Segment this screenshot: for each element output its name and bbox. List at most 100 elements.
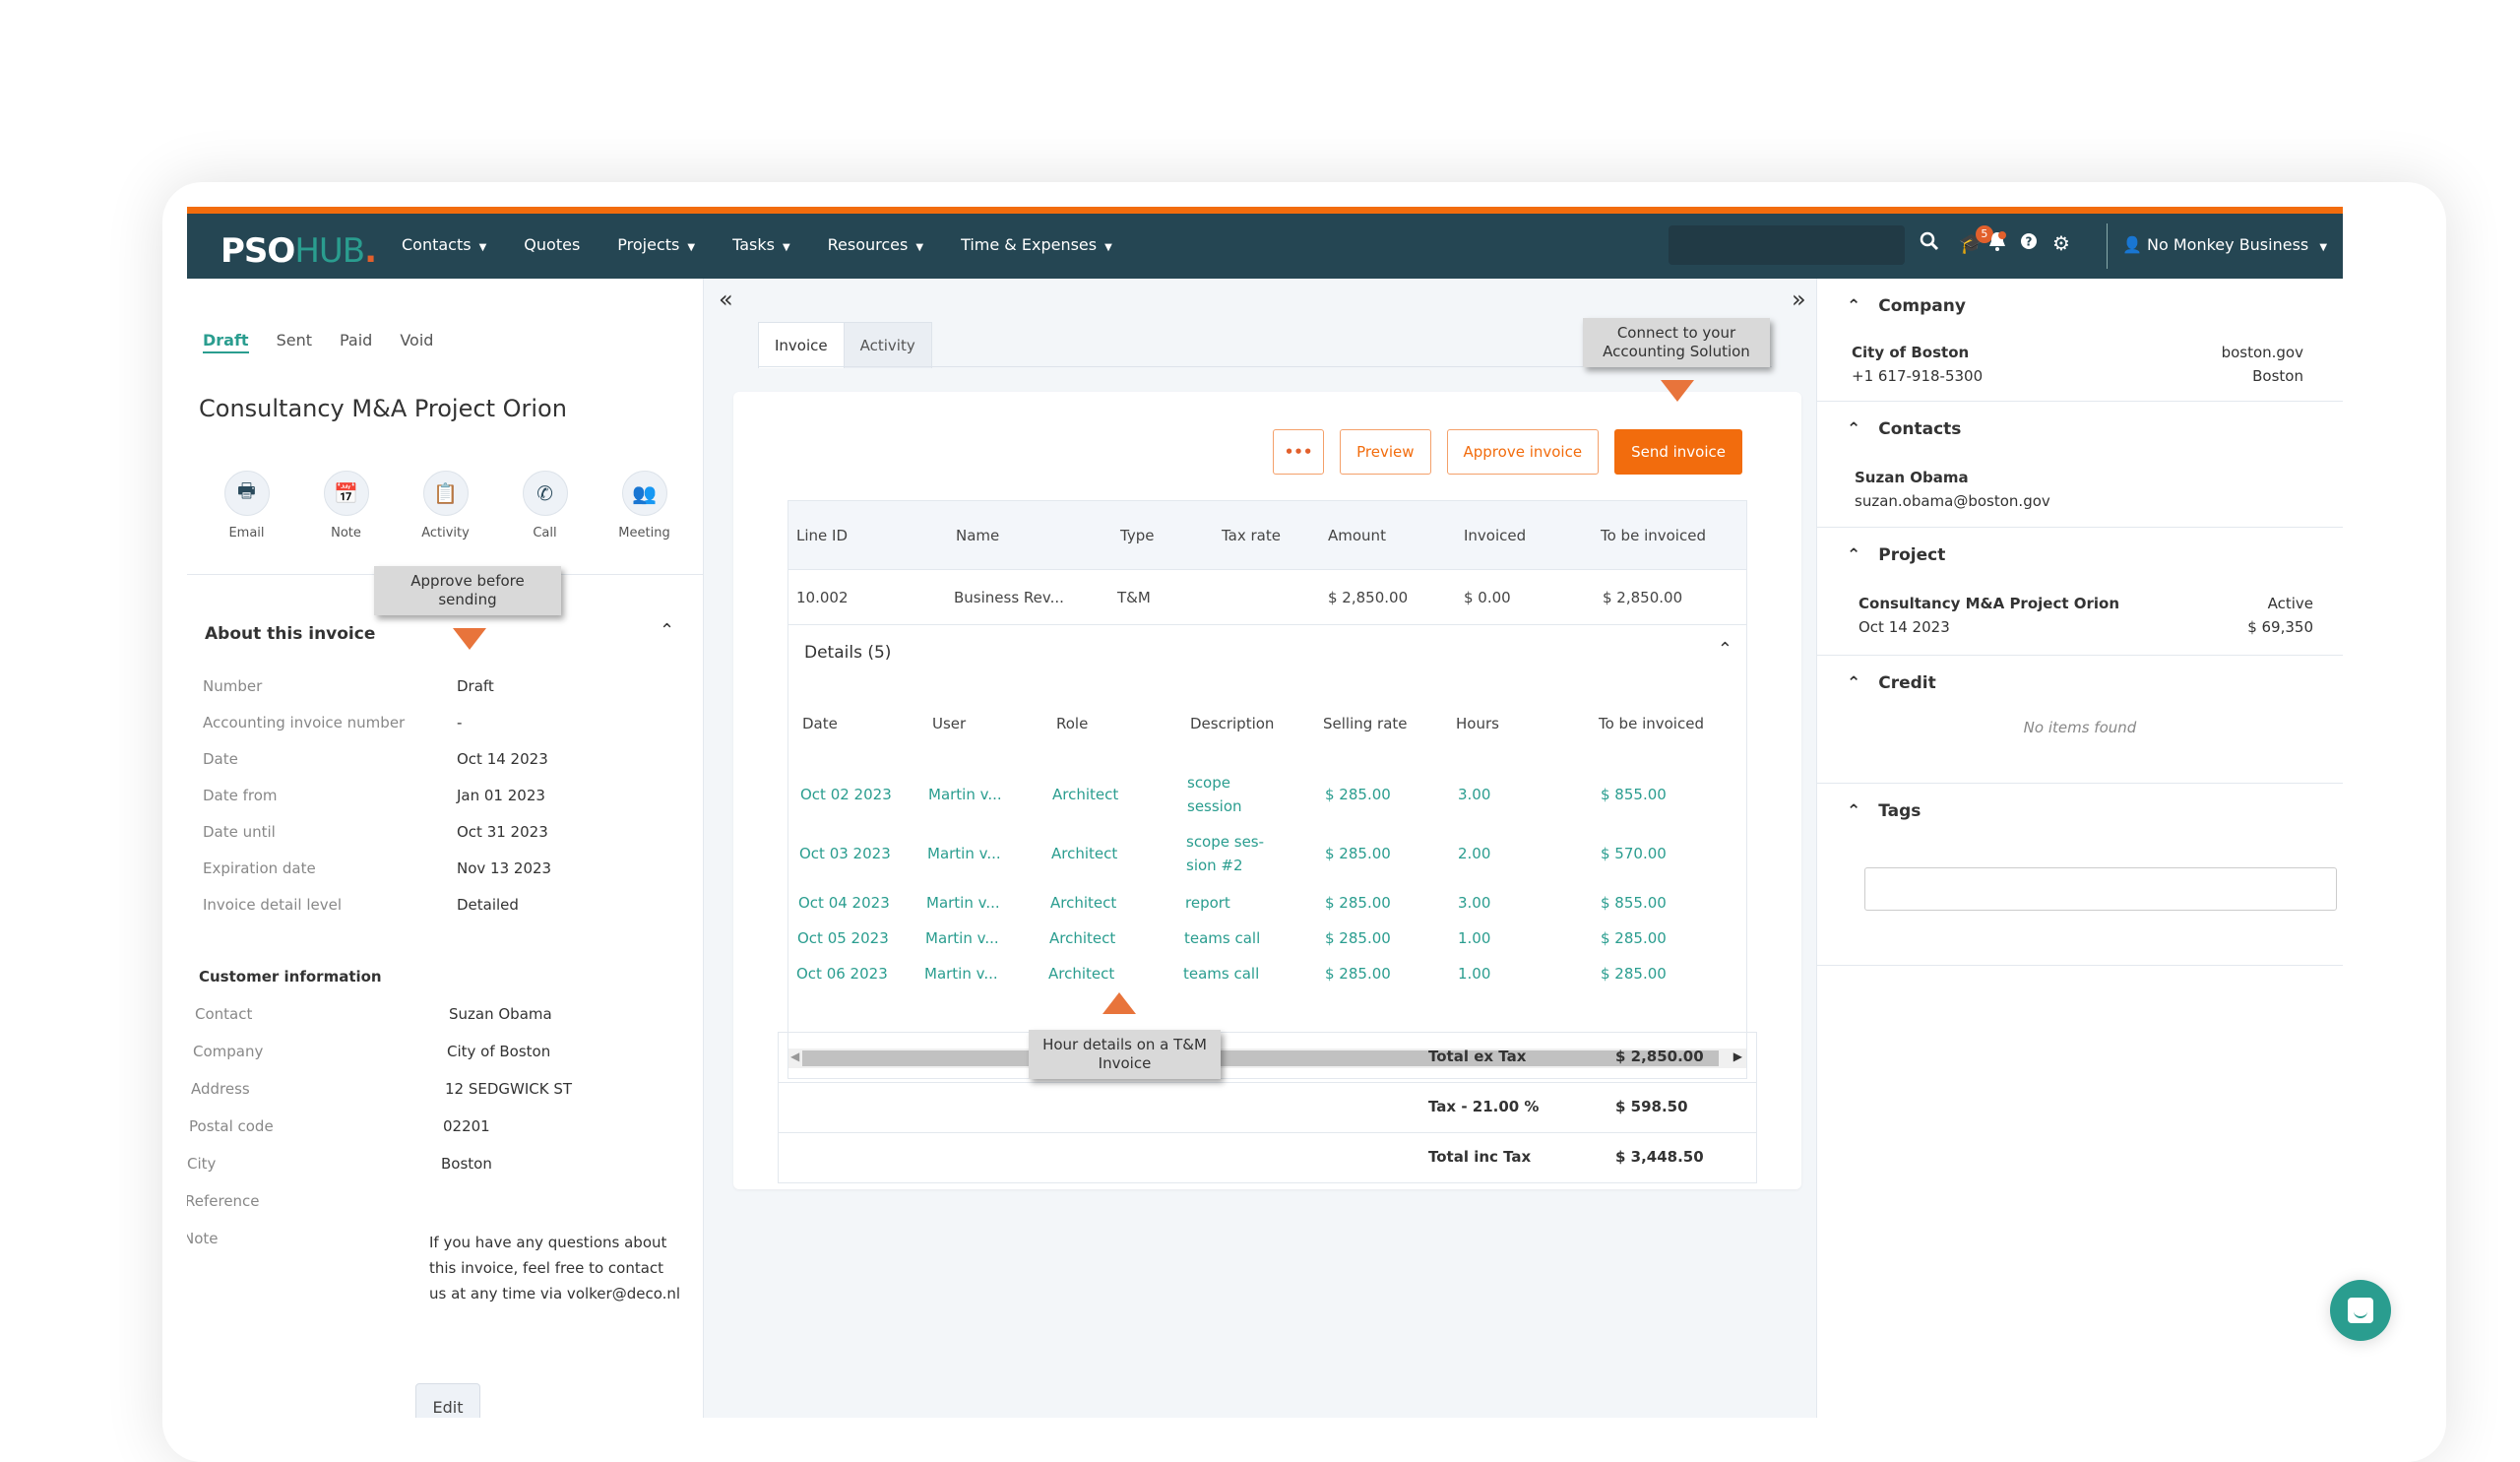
collapse-left-icon[interactable]: « <box>719 286 733 313</box>
column-header: Selling rate <box>1323 715 1408 732</box>
cell-line-id: 10.002 <box>796 588 849 606</box>
tab-activity[interactable]: Activity <box>843 323 931 368</box>
gear-icon[interactable]: ⚙ <box>2052 231 2070 255</box>
learning-icon[interactable]: 🎓 5 <box>1959 225 1993 255</box>
cell-description: teams call <box>1183 965 1260 983</box>
section-header[interactable]: ⌃ Contacts <box>1847 419 1961 439</box>
chevron-up-icon[interactable]: ⌃ <box>1718 639 1732 660</box>
chevron-up-icon[interactable]: ⌃ <box>660 620 674 641</box>
status-tab-void[interactable]: Void <box>400 331 433 353</box>
action-meeting[interactable]: 👥 Meeting <box>605 471 684 540</box>
tags-input[interactable] <box>1864 867 2337 911</box>
nav-label: Contacts <box>402 235 472 254</box>
field-value: Suzan Obama <box>449 1005 552 1023</box>
cell-to-be-invoiced: $ 285.00 <box>1601 929 1667 947</box>
nav-label: Tasks <box>732 235 775 254</box>
field-label: Number <box>203 677 263 695</box>
edit-button[interactable]: Edit <box>415 1383 480 1418</box>
invoice-sidebar: Draft Sent Paid Void Consultancy M&A Pro… <box>187 279 704 1418</box>
status-tab-sent[interactable]: Sent <box>277 331 312 353</box>
section-header[interactable]: ⌃ Credit <box>1847 673 1936 693</box>
company-phone: +1 617-918-5300 <box>1852 367 1984 385</box>
action-label: Call <box>533 526 557 540</box>
main-nav: Contacts ▼ Quotes Projects ▼ Tasks ▼ Resour… <box>402 235 1150 254</box>
status-tab-paid[interactable]: Paid <box>340 331 372 353</box>
nav-tasks[interactable]: Tasks ▼ <box>732 235 790 254</box>
project-date: Oct 14 2023 <box>1858 618 1950 636</box>
cell-to-be-invoiced: $ 285.00 <box>1601 965 1667 983</box>
cell-date: Oct 04 2023 <box>798 894 890 912</box>
chevron-up-icon: ⌃ <box>1847 673 1861 693</box>
top-navbar: PSOHUB. Contacts ▼ Quotes Projects ▼ Tasks… <box>187 207 2343 279</box>
column-header: Name <box>956 526 1000 544</box>
email-icon: 🖶 <box>223 471 270 516</box>
caret-down-icon: ▼ <box>1104 242 1112 253</box>
nav-contacts[interactable]: Contacts ▼ <box>402 235 486 254</box>
cell-hours: 1.00 <box>1458 965 1491 983</box>
more-options-button[interactable]: ••• <box>1273 429 1325 475</box>
cell-hours: 1.00 <box>1458 929 1491 947</box>
detail-row[interactable]: Oct 03 2023 Martin v... Architect scope … <box>788 826 1746 881</box>
action-email[interactable]: 🖶 Email <box>208 471 286 540</box>
cell-role: Architect <box>1048 965 1115 983</box>
column-header: To be invoiced <box>1599 715 1704 732</box>
section-header[interactable]: ⌃ Tags <box>1847 801 1921 821</box>
section-header[interactable]: ⌃ Project <box>1847 545 1945 565</box>
app-window: PSOHUB. Contacts ▼ Quotes Projects ▼ Tasks… <box>187 207 2343 1418</box>
field-value: - <box>457 714 463 731</box>
user-menu[interactable]: 👤 No Monkey Business ▼ <box>2122 235 2327 254</box>
bell-icon[interactable] <box>1988 231 2006 256</box>
tab-invoice[interactable]: Invoice <box>759 323 844 368</box>
total-label: Total inc Tax <box>1428 1148 1532 1166</box>
nav-time-expenses[interactable]: Time & Expenses ▼ <box>961 235 1112 254</box>
toolbar-divider <box>2107 223 2108 269</box>
total-row: Total inc Tax $ 3,448.50 <box>779 1132 1756 1182</box>
about-invoice-heading: About this invoice <box>205 624 376 644</box>
approve-invoice-button[interactable]: Approve invoice <box>1446 429 1600 475</box>
action-note[interactable]: 📅 Note <box>307 471 386 540</box>
preview-button[interactable]: Preview <box>1340 429 1431 475</box>
cell-description: teams call <box>1184 929 1261 947</box>
cell-to-be-invoiced: $ 855.00 <box>1601 786 1667 803</box>
chevron-up-icon: ⌃ <box>1847 801 1861 821</box>
project-link[interactable]: Consultancy M&A Project Orion <box>1858 595 2119 612</box>
cell-description: scope session <box>1187 774 1242 815</box>
detail-row[interactable]: Oct 04 2023 Martin v... Architect report… <box>788 883 1746 922</box>
action-call[interactable]: ✆ Call <box>506 471 585 540</box>
search-input[interactable] <box>1669 225 1905 265</box>
detail-row[interactable]: Oct 05 2023 Martin v... Architect teams … <box>788 919 1746 958</box>
section-header[interactable]: ⌃ Company <box>1847 296 1966 316</box>
help-icon[interactable]: ? <box>2020 231 2038 255</box>
action-activity[interactable]: 📋 Activity <box>407 471 485 540</box>
action-label: Email <box>228 526 265 540</box>
company-link[interactable]: City of Boston <box>1852 344 1969 361</box>
send-invoice-button[interactable]: Send invoice <box>1614 429 1742 475</box>
nav-label: Time & Expenses <box>961 235 1098 254</box>
contact-link[interactable]: Suzan Obama <box>1855 469 1969 486</box>
detail-row[interactable]: Oct 02 2023 Martin v... Architect scope … <box>788 767 1746 822</box>
nav-resources[interactable]: Resources ▼ <box>828 235 923 254</box>
chat-icon <box>2348 1298 2373 1323</box>
field-value: Oct 31 2023 <box>457 823 548 841</box>
collapse-right-icon[interactable]: » <box>1792 286 1806 313</box>
cell-user: Martin v... <box>928 786 1002 803</box>
column-header: Date <box>802 715 838 732</box>
details-heading: Details (5) <box>804 643 892 663</box>
search-icon[interactable] <box>1920 231 1939 256</box>
nav-label: Resources <box>827 235 909 254</box>
column-header: Role <box>1056 715 1089 732</box>
tooltip-arrow-icon <box>453 628 486 650</box>
detail-row[interactable]: Oct 06 2023 Martin v... Architect teams … <box>788 954 1746 993</box>
cell-selling-rate: $ 285.00 <box>1325 929 1391 947</box>
svg-text:?: ? <box>2026 235 2033 249</box>
chat-launcher-button[interactable] <box>2330 1280 2391 1341</box>
status-tab-draft[interactable]: Draft <box>203 331 249 353</box>
nav-quotes[interactable]: Quotes <box>524 235 580 254</box>
nav-projects[interactable]: Projects ▼ <box>617 235 695 254</box>
field-value: Boston <box>441 1155 492 1173</box>
caret-down-icon: ▼ <box>2319 242 2328 253</box>
cell-user: Martin v... <box>924 965 998 983</box>
psohub-logo[interactable]: PSOHUB. <box>220 231 377 271</box>
field-label: Date <box>203 750 238 768</box>
table-row[interactable]: 10.002 Business Rev... T&M $ 2,850.00 $ … <box>788 570 1746 625</box>
